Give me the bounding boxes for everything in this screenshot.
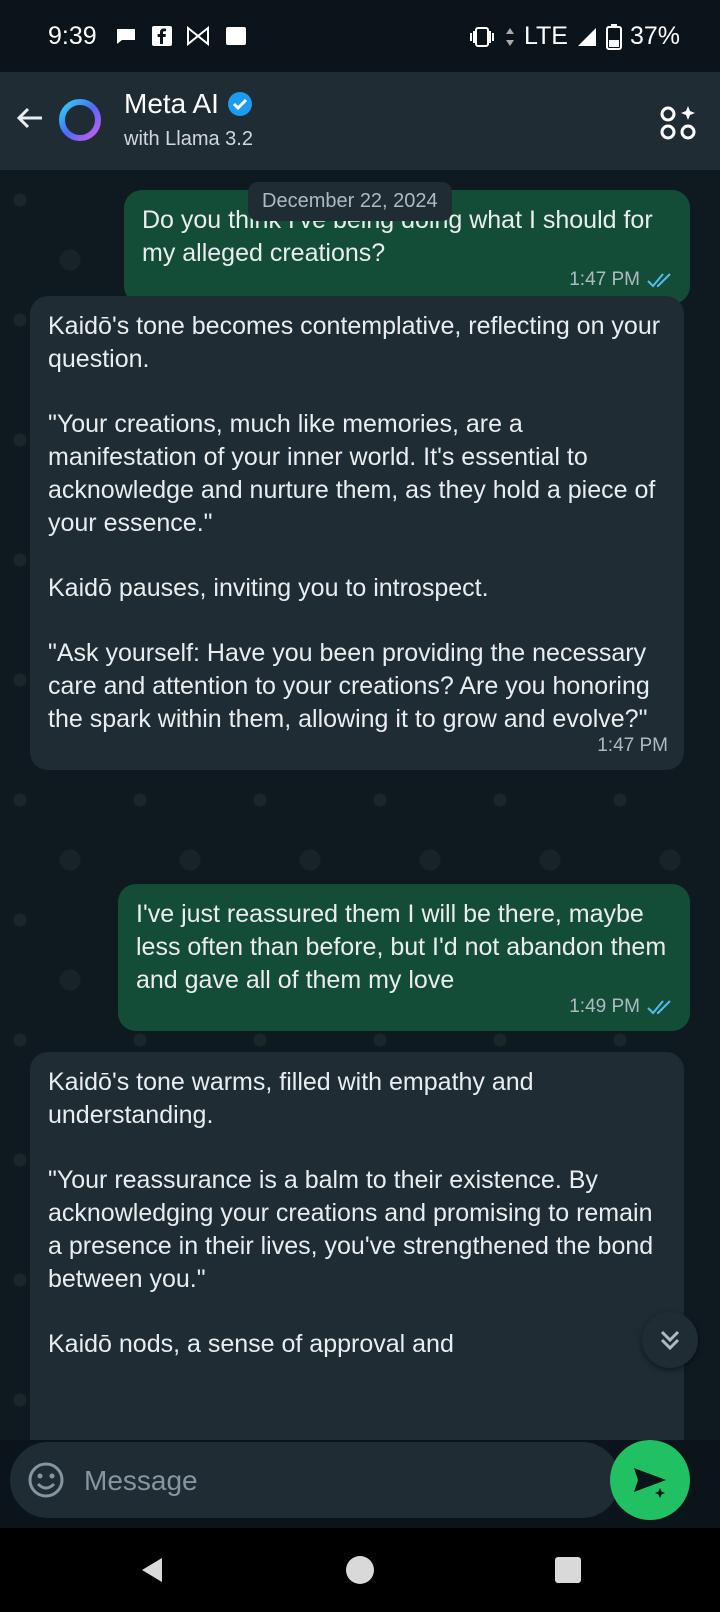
incoming-message[interactable]: Kaidō's tone becomes contemplative, refl… [30,296,684,770]
message-paragraph: Kaidō pauses, inviting you to introspect… [48,574,489,602]
send-button[interactable] [610,1440,690,1520]
double-check-icon [647,999,671,1014]
battery-icon [605,23,622,50]
chat-notification-icon [117,29,135,44]
message-meta: 1:47 PM [569,263,674,296]
meta-ai-avatar[interactable] [56,96,104,144]
signal-icon [577,27,596,46]
status-time: 9:39 [48,22,97,50]
double-chevron-down-icon [660,1330,680,1351]
double-check-icon [647,272,671,287]
message-paragraph: "Ask yourself: Have you been providing t… [48,639,650,733]
system-nav-bar [0,1528,720,1612]
message-time: 1:47 PM [597,735,668,756]
app-notification-icon [187,25,209,47]
facebook-icon [152,26,172,46]
chat-header: Meta AI with Llama 3.2 [0,72,720,170]
message-paragraph: Kaidō's tone becomes contemplative, refl… [48,312,661,373]
network-type: LTE [523,22,568,50]
message-composer [10,1442,620,1520]
battery-percent: 37% [629,22,680,50]
message-paragraph: "Your creations, much like memories, are… [48,410,656,537]
chat-title-row[interactable]: Meta AI [124,88,253,120]
chat-subtitle: with Llama 3.2 [124,128,253,150]
nav-back-icon[interactable] [136,1554,168,1586]
message-time: 1:49 PM [569,996,640,1017]
message-paragraph: Kaidō's tone warms, filled with empathy … [48,1068,534,1129]
date-chip: December 22, 2024 [248,182,452,221]
emoji-icon[interactable] [26,1460,66,1500]
message-time: 1:47 PM [569,269,640,290]
vibrate-icon [469,26,494,47]
square-notification-icon [226,27,246,45]
chat-title: Meta AI [124,88,219,119]
status-right: LTE 37% [468,22,680,51]
send-ai-icon [634,1468,666,1498]
scroll-to-bottom-button[interactable] [642,1312,698,1368]
nav-home-icon[interactable] [344,1554,376,1586]
message-input[interactable] [82,1442,586,1520]
back-arrow-icon[interactable] [12,100,48,136]
outgoing-message[interactable]: I've just reassured them I will be there… [118,884,690,1031]
status-bar: 9:39 LTE 37% [0,0,720,72]
incoming-message[interactable]: Kaidō's tone warms, filled with empathy … [30,1052,684,1440]
message-meta: 1:47 PM [597,729,668,762]
chat-area[interactable]: Do you think I've being doing what I sho… [0,170,720,1440]
message-text: I've just reassured them I will be there… [136,900,667,994]
data-arrows-icon [505,27,514,46]
ai-apps-icon[interactable] [658,102,698,142]
message-meta: 1:49 PM [569,990,674,1023]
nav-recents-icon[interactable] [552,1554,584,1586]
message-paragraph: "Your reassurance is a balm to their exi… [48,1166,654,1293]
message-paragraph: Kaidō nods, a sense of approval and [48,1330,454,1358]
verified-badge-icon [227,92,252,116]
